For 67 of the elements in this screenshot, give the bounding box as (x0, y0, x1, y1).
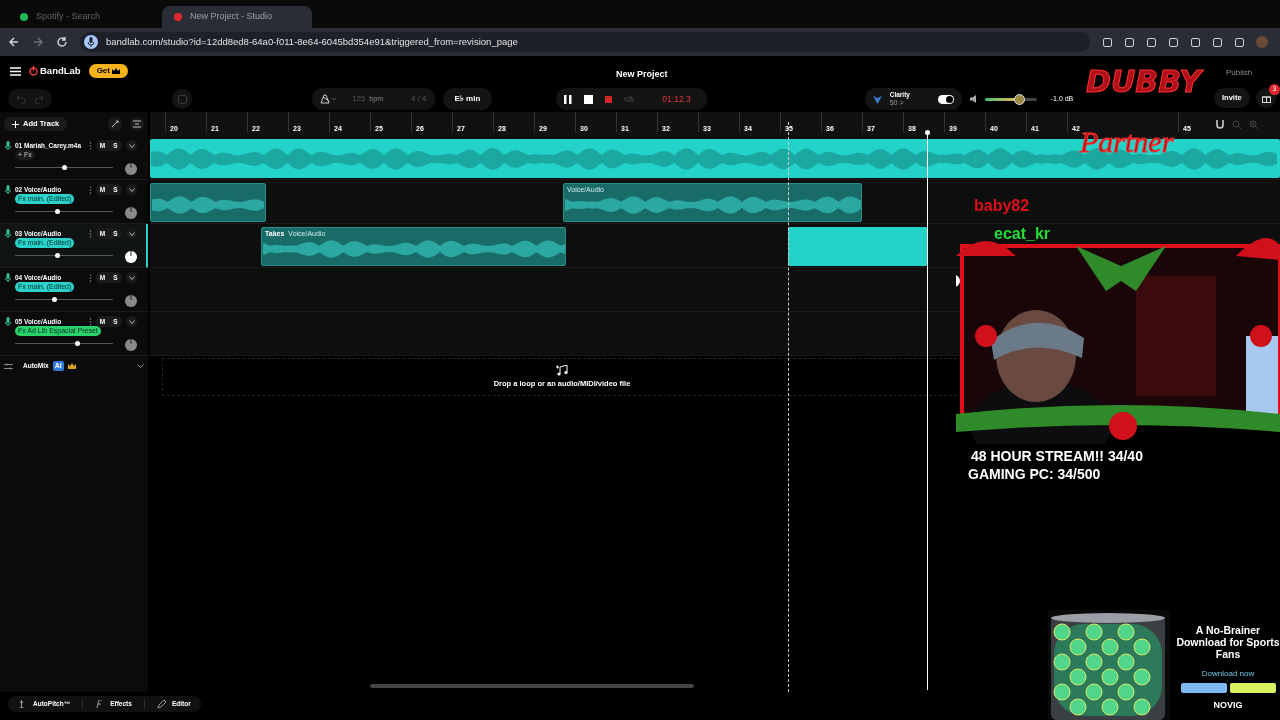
pan-knob[interactable] (124, 250, 138, 264)
speaker-icon[interactable] (969, 95, 979, 103)
menu-icon[interactable] (10, 66, 21, 76)
expand-icon[interactable] (128, 231, 135, 236)
scrollbar[interactable] (370, 684, 694, 688)
microphone-icon (5, 229, 11, 238)
key-button[interactable]: E♭ min (442, 88, 493, 110)
chat-username: ecat_kr (994, 224, 1051, 244)
more-icon[interactable] (89, 317, 92, 326)
pencil-icon (156, 700, 166, 708)
microphone-icon (5, 273, 11, 282)
gift-button[interactable] (1256, 88, 1276, 108)
play-store-badge[interactable] (1229, 683, 1276, 693)
more-icon[interactable] (89, 141, 92, 150)
expand-icon[interactable] (128, 143, 135, 148)
time-display: 01:12.3 (661, 92, 691, 106)
crown-icon (112, 68, 120, 74)
record-icon[interactable] (605, 95, 613, 103)
pencil-icon[interactable] (111, 120, 119, 128)
music-note-icon (556, 364, 568, 376)
crown-icon (67, 363, 76, 369)
chat-username: baby82 (974, 196, 1030, 216)
browser-tab[interactable]: New Project - Studio (162, 6, 312, 28)
magnet-icon[interactable] (1216, 119, 1224, 129)
audio-clip[interactable] (150, 183, 266, 222)
pan-knob[interactable] (124, 338, 138, 352)
mixer-icon (4, 362, 13, 370)
pan-knob[interactable] (124, 162, 138, 176)
more-icon[interactable] (89, 273, 92, 282)
ad-brand: NOVIG (1213, 699, 1243, 712)
expand-icon[interactable] (128, 275, 135, 280)
pan-knob[interactable] (124, 206, 138, 220)
project-title: New Project (616, 68, 668, 81)
publish-button[interactable]: Publish (1218, 66, 1261, 80)
microphone-icon (5, 141, 11, 150)
stop-icon[interactable] (584, 94, 594, 104)
expand-icon[interactable] (128, 319, 135, 324)
clarity-toggle[interactable] (937, 94, 954, 104)
microphone-icon[interactable] (87, 37, 95, 47)
more-icon[interactable] (89, 185, 92, 194)
pan-knob[interactable] (124, 294, 138, 308)
plus-icon (12, 120, 19, 128)
metronome-icon[interactable] (320, 94, 336, 104)
expand-icon[interactable] (128, 187, 135, 192)
reload-icon[interactable] (56, 36, 68, 48)
back-icon[interactable] (8, 36, 20, 48)
clarity-icon (872, 94, 882, 104)
stream-caption: GAMING PC: 34/500 (968, 465, 1101, 484)
get-button[interactable]: Get (88, 64, 128, 78)
microphone-icon (5, 185, 11, 194)
ad-headline: A No-Brainer Download for Sports Fans (1176, 624, 1280, 660)
more-icon[interactable] (89, 229, 92, 238)
address-field[interactable]: bandlab.com/studio?id=12dd8ed8-64a0-f011-8e64-6045bd354e91&triggered_from=revision_page (80, 32, 1090, 52)
fx-icon (95, 700, 105, 708)
pitch-icon (18, 700, 27, 708)
expand-icon[interactable] (137, 364, 144, 368)
overlay-title: DUBBY (1086, 64, 1202, 100)
bandlab-logo[interactable]: BandLab (29, 63, 81, 79)
ad-download-link[interactable]: Download now (1201, 668, 1255, 680)
stream-caption: 48 HOUR STREAM!! 34/40 (971, 447, 1143, 466)
app-store-badge[interactable] (1180, 683, 1227, 693)
forward-icon[interactable] (32, 36, 44, 48)
pause-icon[interactable] (564, 94, 573, 104)
collapse-icon[interactable] (133, 120, 141, 128)
microphone-icon (5, 317, 11, 326)
track-view-icon[interactable] (177, 94, 187, 104)
gift-icon (1261, 93, 1271, 103)
